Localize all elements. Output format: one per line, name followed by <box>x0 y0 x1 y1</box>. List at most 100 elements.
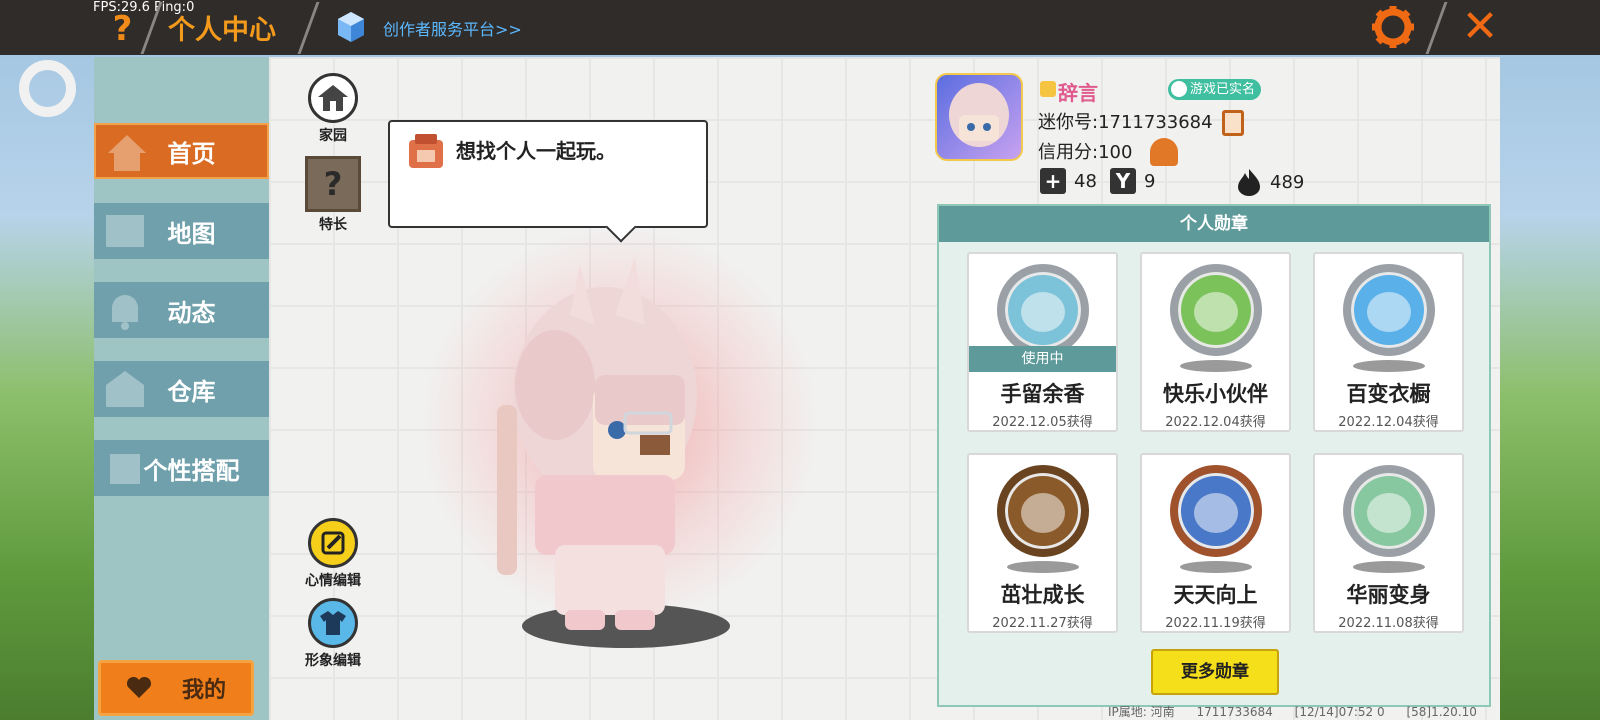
sidebar-item-map[interactable]: 地图 <box>94 203 269 259</box>
badge-card[interactable]: 天天向上 2022.11.19获得 <box>1140 453 1291 633</box>
more-badges-button[interactable]: 更多勋章 <box>1151 649 1279 695</box>
gear-icon[interactable] <box>1370 4 1416 50</box>
badge-card[interactable]: 茁壮成长 2022.11.27获得 <box>967 453 1118 633</box>
medal-icon <box>997 264 1089 356</box>
badge-name: 华丽变身 <box>1346 583 1431 607</box>
top-bar: FPS:29.6 Ping:0 ? 个人中心 创作者服务平台>> ✕ <box>0 0 1600 55</box>
home-icon <box>108 135 146 171</box>
medal-icon <box>1170 264 1262 356</box>
sidebar-item-home[interactable]: 首页 <box>94 123 269 179</box>
stat-follow[interactable]: + 48 <box>1040 168 1097 194</box>
medal-shadow <box>1007 561 1079 573</box>
footer-version: [58]1.20.10 <box>1406 705 1477 719</box>
home-garden-button[interactable]: 家园 <box>301 73 365 145</box>
skill-button[interactable]: ? 特长 <box>301 156 365 234</box>
medal-icon <box>1170 465 1262 557</box>
badge-date: 2022.11.08获得 <box>1338 616 1439 631</box>
mood-icon <box>409 134 443 168</box>
stat-value: 48 <box>1074 170 1097 192</box>
skill-label: 特长 <box>319 217 347 233</box>
medal-shadow <box>1180 561 1252 573</box>
footer-info: IP属地: 河南 1711733684 [12/14]07:52 0 [58]1… <box>1108 703 1495 720</box>
home-garden-label: 家园 <box>319 128 347 144</box>
shirt-icon <box>308 598 358 648</box>
mood-edit-label: 心情编辑 <box>305 573 361 589</box>
sidebar-item-label: 首页 <box>167 139 216 168</box>
divider <box>297 2 320 54</box>
mood-text: 想找个人一起玩。 <box>456 139 616 163</box>
map-icon <box>106 215 144 247</box>
sidebar-item-label: 仓库 <box>167 377 216 406</box>
badge-name: 天天向上 <box>1173 583 1258 607</box>
page-title: 个人中心 <box>168 15 276 46</box>
sidebar-item-feed[interactable]: 动态 <box>94 282 269 338</box>
medal-icon <box>1343 264 1435 356</box>
badge-card[interactable]: 使用中 手留余香 2022.12.05获得 <box>967 252 1118 432</box>
footer-uid: 1711733684 <box>1196 705 1273 719</box>
close-button[interactable]: ✕ <box>1455 2 1505 52</box>
stat-fans[interactable]: Y 9 <box>1110 168 1155 194</box>
credit-icon[interactable] <box>1150 138 1178 166</box>
warehouse-icon <box>106 371 144 407</box>
medal-shadow <box>1353 561 1425 573</box>
question-block-icon: ? <box>305 156 361 212</box>
outfit-icon <box>110 454 140 484</box>
edit-icon <box>308 518 358 568</box>
copy-icon[interactable] <box>1222 110 1244 136</box>
nickname: 辞言 <box>1058 81 1098 105</box>
badge-date: 2022.12.04获得 <box>1165 415 1266 430</box>
medal-icon <box>1343 465 1435 557</box>
stat-value: 9 <box>1144 170 1156 192</box>
bell-icon <box>112 295 138 330</box>
medal-shadow <box>1180 360 1252 372</box>
stat-popularity[interactable]: 489 <box>1236 168 1304 196</box>
look-edit-label: 形象编辑 <box>305 653 361 669</box>
stat-value: 489 <box>1270 171 1305 193</box>
fire-icon <box>1238 169 1260 196</box>
profile-avatar[interactable] <box>935 73 1023 161</box>
badge-date: 2022.12.05获得 <box>992 415 1093 430</box>
badge-card[interactable]: 华丽变身 2022.11.08获得 <box>1313 453 1464 633</box>
badges-title: 个人勋章 <box>939 206 1489 242</box>
player-avatar[interactable] <box>495 255 725 645</box>
badge-date: 2022.11.19获得 <box>1165 616 1266 631</box>
sidebar-item-outfit[interactable]: 个性搭配 <box>94 440 269 496</box>
badge-name: 快乐小伙伴 <box>1163 382 1268 406</box>
vip-icon <box>1040 81 1056 97</box>
look-edit-button[interactable]: 形象编辑 <box>301 598 365 670</box>
plus-icon: + <box>1040 168 1066 194</box>
sidebar-item-label: 个性搭配 <box>143 456 240 485</box>
sidebar-item-warehouse[interactable]: 仓库 <box>94 361 269 417</box>
badge-date: 2022.12.04获得 <box>1338 415 1439 430</box>
house-icon <box>308 73 358 123</box>
creator-platform-link[interactable]: 创作者服务平台>> <box>383 16 522 40</box>
badge-card[interactable]: 快乐小伙伴 2022.12.04获得 <box>1140 252 1291 432</box>
help-button[interactable]: ? <box>95 6 150 52</box>
floating-ring-button[interactable] <box>19 60 76 117</box>
mini-id: 迷你号:1711733684 <box>1038 112 1213 133</box>
badge-name: 茁壮成长 <box>1000 583 1085 607</box>
mood-bubble[interactable]: 想找个人一起玩。 <box>388 120 708 228</box>
badge-name: 百变衣橱 <box>1346 382 1431 406</box>
verified-badge: 游戏已实名 <box>1168 79 1262 100</box>
ip-location: IP属地: 河南 <box>1108 705 1175 719</box>
cheer-icon: Y <box>1110 168 1136 194</box>
badge-card[interactable]: 百变衣橱 2022.12.04获得 <box>1313 252 1464 432</box>
divider <box>1425 2 1448 54</box>
avatar-portrait <box>949 83 1009 147</box>
mood-edit-button[interactable]: 心情编辑 <box>301 518 365 590</box>
badge-name: 手留余香 <box>1000 382 1085 406</box>
footer-time: [12/14]07:52 0 <box>1294 705 1385 719</box>
sidebar-item-label: 动态 <box>167 298 216 327</box>
medal-shadow <box>1353 360 1425 372</box>
badges-panel: 个人勋章 使用中 手留余香 2022.12.05获得 快乐小伙伴 2022.12… <box>937 204 1491 707</box>
badge-date: 2022.11.27获得 <box>992 616 1093 631</box>
medal-icon <box>997 465 1089 557</box>
credit-score: 信用分:100 <box>1038 142 1133 163</box>
mine-button[interactable]: 我的 <box>98 660 254 716</box>
in-use-tag: 使用中 <box>969 346 1116 372</box>
cube-icon[interactable] <box>337 11 365 43</box>
mine-label: 我的 <box>181 678 226 703</box>
heart-icon <box>126 677 151 698</box>
sidebar-item-label: 地图 <box>167 219 216 248</box>
